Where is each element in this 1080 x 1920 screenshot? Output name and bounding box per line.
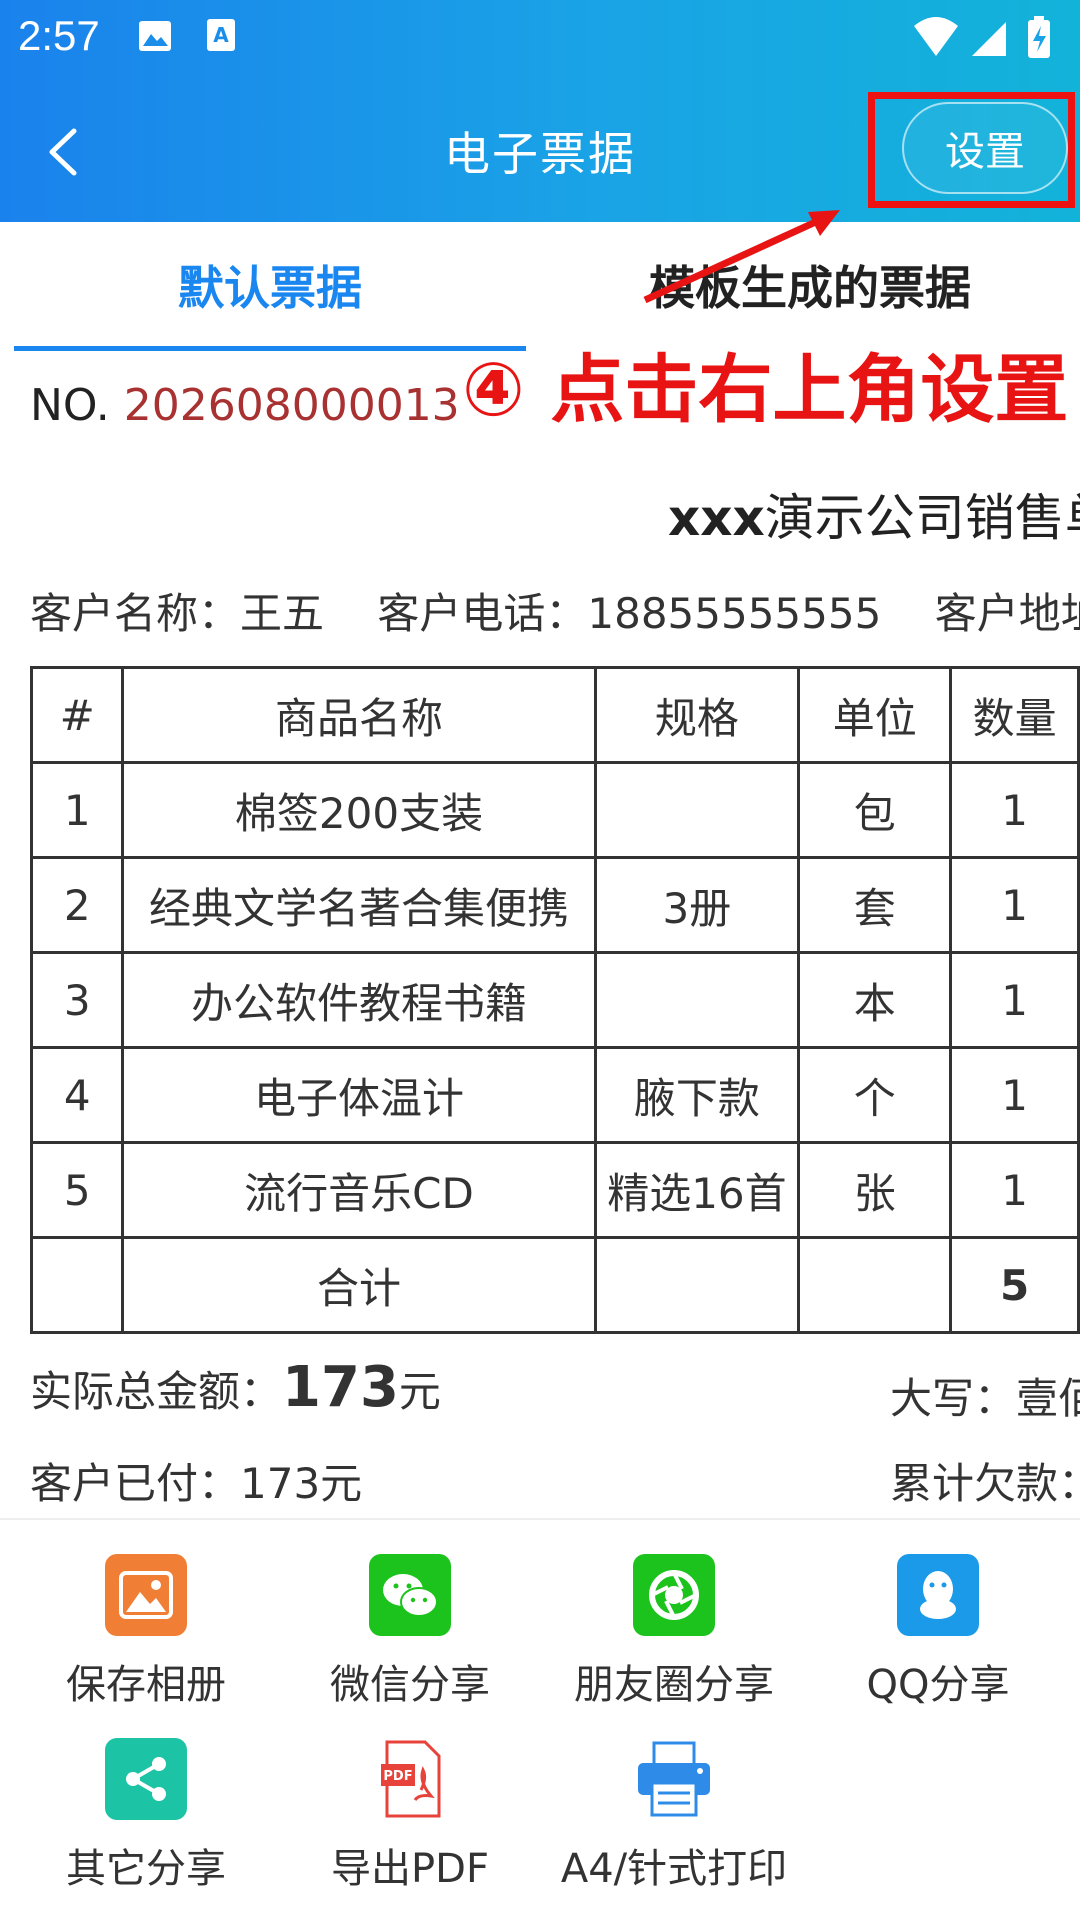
print-button[interactable]: A4/针式打印 bbox=[542, 1738, 806, 1894]
actual-total: 实际总金额：173元 bbox=[30, 1355, 441, 1420]
action-label: A4/针式打印 bbox=[560, 1846, 788, 1892]
text-notification-icon: A bbox=[207, 19, 235, 51]
table-total-row: 合计 5 bbox=[29, 1236, 1080, 1334]
customer-phone: 客户电话：18855555555 bbox=[377, 589, 882, 638]
table-cell: 套 bbox=[797, 856, 953, 954]
amount-in-words: 大写：壹佰 bbox=[890, 1374, 1080, 1423]
receipt-title: xxx演示公司销售单 bbox=[668, 478, 1080, 550]
gallery-icon bbox=[105, 1554, 187, 1636]
actual-total-value: 173 bbox=[282, 1355, 399, 1420]
receipt-number-value: 202608000013 bbox=[123, 380, 460, 431]
table-cell: 张 bbox=[797, 1141, 953, 1239]
table-cell: 4 bbox=[29, 1046, 125, 1144]
table-cell: 个 bbox=[797, 1046, 953, 1144]
receipt-title-company: xxx bbox=[668, 489, 765, 547]
tab-template-receipt[interactable]: 模板生成的票据 bbox=[540, 252, 1080, 318]
qq-share-button[interactable]: QQ分享 bbox=[806, 1554, 1070, 1710]
table-cell bbox=[29, 1236, 125, 1334]
table-cell: 本 bbox=[797, 951, 953, 1049]
table-cell: 1 bbox=[949, 951, 1080, 1049]
table-cell: 3册 bbox=[593, 856, 801, 954]
export-pdf-button[interactable]: PDF 导出PDF bbox=[278, 1738, 542, 1894]
table-cell: 1 bbox=[949, 761, 1080, 859]
action-label: QQ分享 bbox=[866, 1662, 1010, 1708]
other-share-button[interactable]: 其它分享 bbox=[14, 1738, 278, 1894]
pdf-icon: PDF bbox=[369, 1738, 451, 1820]
table-header: 商品名称 bbox=[121, 666, 597, 764]
customer-address: 客户地址 bbox=[934, 589, 1080, 638]
printer-icon bbox=[633, 1738, 715, 1820]
action-label: 朋友圈分享 bbox=[574, 1662, 774, 1708]
save-album-button[interactable]: 保存相册 bbox=[14, 1554, 278, 1710]
wechat-icon bbox=[369, 1554, 451, 1636]
table-row: 5 流行音乐CD 精选16首 张 1 bbox=[29, 1141, 1080, 1239]
table-cell: 1 bbox=[29, 761, 125, 859]
table-row: 3 办公软件教程书籍 本 1 bbox=[29, 951, 1080, 1049]
customer-name: 客户名称：王五 bbox=[30, 589, 325, 638]
svg-text:PDF: PDF bbox=[383, 1769, 412, 1784]
divider bbox=[0, 1518, 1080, 1520]
receipt-number-label: NO. bbox=[30, 380, 110, 431]
customer-info: 客户名称：王五 客户电话：18855555555 客户地址 bbox=[30, 580, 1080, 641]
table-cell: 流行音乐CD bbox=[121, 1141, 597, 1239]
table-cell: 棉签200支装 bbox=[121, 761, 597, 859]
table-header: 数量 bbox=[949, 666, 1080, 764]
table-row: 2 经典文学名著合集便携 3册 套 1 bbox=[29, 856, 1080, 954]
table-cell: 经典文学名著合集便携 bbox=[121, 856, 597, 954]
table-cell bbox=[593, 951, 801, 1049]
action-label: 微信分享 bbox=[330, 1662, 490, 1708]
actual-total-unit: 元 bbox=[398, 1367, 441, 1416]
table-header: 规格 bbox=[593, 666, 801, 764]
table-cell: 1 bbox=[949, 1046, 1080, 1144]
table-cell: 1 bbox=[949, 1141, 1080, 1239]
receipt-title-rest: 演示公司销售单 bbox=[764, 489, 1080, 547]
table-cell: 1 bbox=[949, 856, 1080, 954]
customer-paid: 客户已付：173元 bbox=[30, 1459, 363, 1508]
table-header-row: # 商品名称 规格 单位 数量 bbox=[29, 666, 1080, 764]
annotation-text: ④ 点击右上角设置 bbox=[462, 347, 1069, 433]
action-label: 其它分享 bbox=[66, 1846, 226, 1892]
items-table: # 商品名称 规格 单位 数量 1 棉签200支装 包 1 2 经典文学名著合集… bbox=[29, 666, 1080, 1334]
battery-icon bbox=[1028, 16, 1050, 58]
table-cell bbox=[593, 761, 801, 859]
table-cell: 精选16首 bbox=[593, 1141, 801, 1239]
table-cell: 办公软件教程书籍 bbox=[121, 951, 597, 1049]
svg-text:A: A bbox=[213, 23, 229, 47]
accumulated-debt: 累计欠款： bbox=[890, 1459, 1080, 1508]
wifi-icon bbox=[914, 17, 958, 56]
moments-share-button[interactable]: 朋友圈分享 bbox=[542, 1554, 806, 1710]
settings-highlight-box bbox=[868, 92, 1075, 208]
wechat-share-button[interactable]: 微信分享 bbox=[278, 1554, 542, 1710]
table-row: 1 棉签200支装 包 1 bbox=[29, 761, 1080, 859]
image-notification-icon bbox=[139, 21, 171, 51]
action-label: 导出PDF bbox=[331, 1846, 489, 1892]
total-quantity: 5 bbox=[949, 1236, 1080, 1334]
table-header: # bbox=[29, 666, 125, 764]
table-cell: 5 bbox=[29, 1141, 125, 1239]
active-tab-indicator bbox=[14, 346, 526, 351]
table-cell: 电子体温计 bbox=[121, 1046, 597, 1144]
table-cell bbox=[797, 1236, 953, 1334]
cellular-icon bbox=[972, 22, 1006, 56]
status-time: 2:57 bbox=[18, 12, 100, 59]
share-icon bbox=[105, 1738, 187, 1820]
table-cell: 2 bbox=[29, 856, 125, 954]
receipt-number: NO. 202608000013 bbox=[30, 380, 460, 431]
status-indicators bbox=[914, 16, 1050, 58]
table-cell: 3 bbox=[29, 951, 125, 1049]
table-cell: 包 bbox=[797, 761, 953, 859]
moments-icon bbox=[633, 1554, 715, 1636]
status-bar: 2:57 A bbox=[0, 0, 1080, 80]
table-row: 4 电子体温计 腋下款 个 1 bbox=[29, 1046, 1080, 1144]
table-header: 单位 bbox=[797, 666, 953, 764]
total-label: 合计 bbox=[121, 1236, 597, 1334]
table-cell: 腋下款 bbox=[593, 1046, 801, 1144]
actual-total-label: 实际总金额： bbox=[30, 1367, 283, 1416]
table-cell bbox=[593, 1236, 801, 1334]
action-label: 保存相册 bbox=[66, 1662, 226, 1708]
tab-default-receipt[interactable]: 默认票据 bbox=[0, 252, 540, 318]
qq-icon bbox=[897, 1554, 979, 1636]
